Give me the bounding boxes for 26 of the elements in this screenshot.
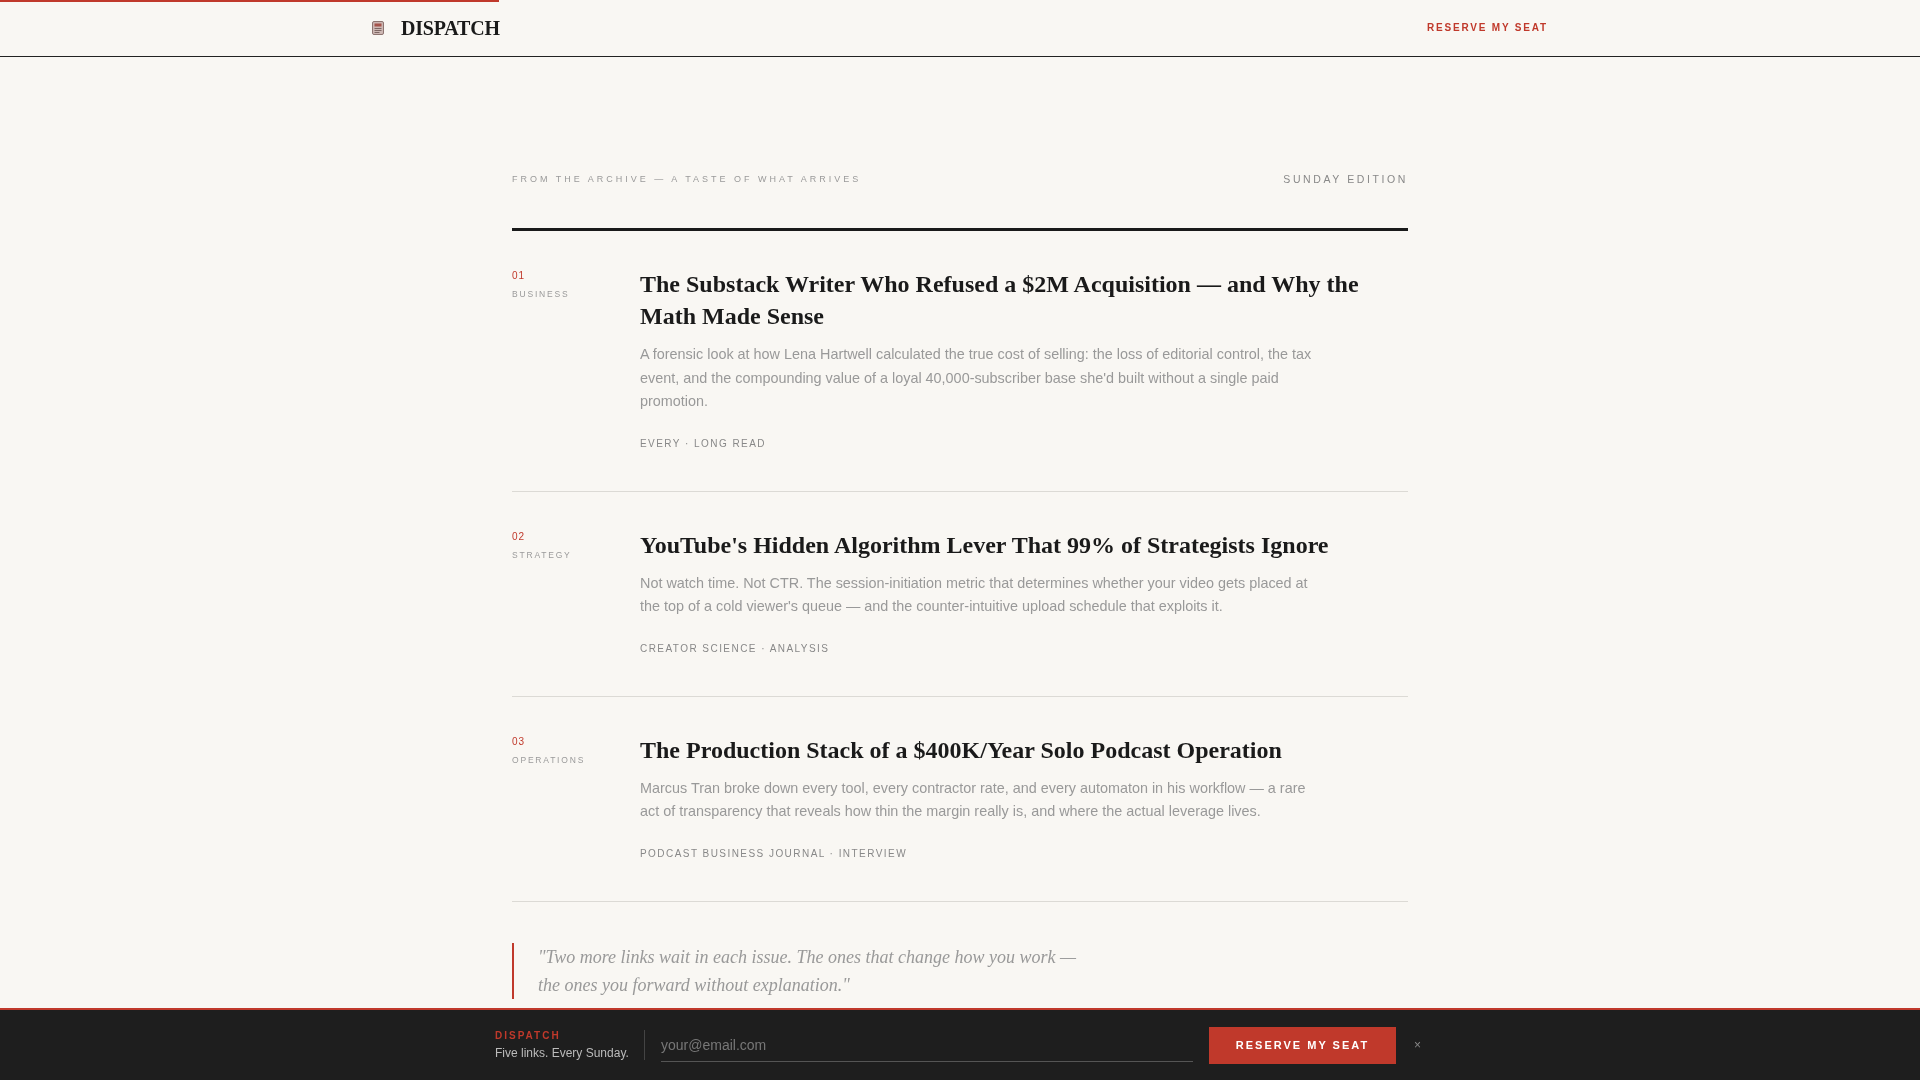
edition-label: SUNDAY EDITION: [1283, 173, 1408, 185]
section-kicker: FROM THE ARCHIVE — A TASTE OF WHAT ARRIVES: [512, 174, 862, 184]
article-summary: A forensic look at how Lena Hartwell calculated the true cost of selling: the loss of editorial control, the tax event, and the compounding value of a loyal 40,000-subscriber base she'd built without a single paid promotion.: [640, 345, 1313, 411]
article-title[interactable]: The Production Stack of a $400K/Year Solo Podcast Operation: [640, 733, 1282, 766]
article-number: 03: [512, 735, 526, 747]
signup-tagline: Five links. Every Sunday.: [495, 1046, 628, 1060]
article-title[interactable]: The Substack Writer Who Refused a $2M Acquisition — and Why the Math Made Sense: [640, 268, 1408, 332]
article-summary: Not watch time. Not CTR. The session-initiation metric that determines whether your video gets placed at the top of a cold viewer's queue — and the counter-intuitive upload schedule that exploits it.: [640, 573, 1309, 616]
article-source: CREATOR SCIENCE · ANALYSIS: [640, 642, 830, 654]
newspaper-icon: [372, 21, 384, 35]
pull-quote: "Two more links wait in each issue. The ones that change how you work — the ones you forward without explanation.": [538, 945, 1078, 997]
article-summary: Marcus Tran broke down every tool, every contractor rate, and every automaton in his workflow — a rare act of transparency that reveals how thin the margin really is, and where the actual leverage lives.: [640, 778, 1307, 821]
site-logo: DISPATCH: [401, 16, 500, 40]
article-number: 01: [512, 270, 526, 281]
signup-brand: DISPATCH: [495, 1030, 562, 1041]
article-category: STRATEGY: [512, 549, 572, 560]
reserve-seat-link[interactable]: RESERVE MY SEAT: [1427, 21, 1548, 33]
article-source: EVERY · LONG READ: [640, 437, 766, 449]
reserve-seat-button[interactable]: RESERVE MY SEAT: [1209, 1026, 1396, 1064]
article-category: OPERATIONS: [512, 754, 586, 765]
article-number: 02: [512, 530, 526, 542]
email-input[interactable]: your@email.com: [661, 1028, 1193, 1062]
article-title[interactable]: YouTube's Hidden Algorithm Lever That 99% of Strategists Ignore: [640, 528, 1329, 561]
article-source: PODCAST BUSINESS JOURNAL · INTERVIEW: [640, 847, 908, 859]
close-button[interactable]: ×: [1410, 1038, 1425, 1052]
article-category: BUSINESS: [512, 289, 570, 299]
